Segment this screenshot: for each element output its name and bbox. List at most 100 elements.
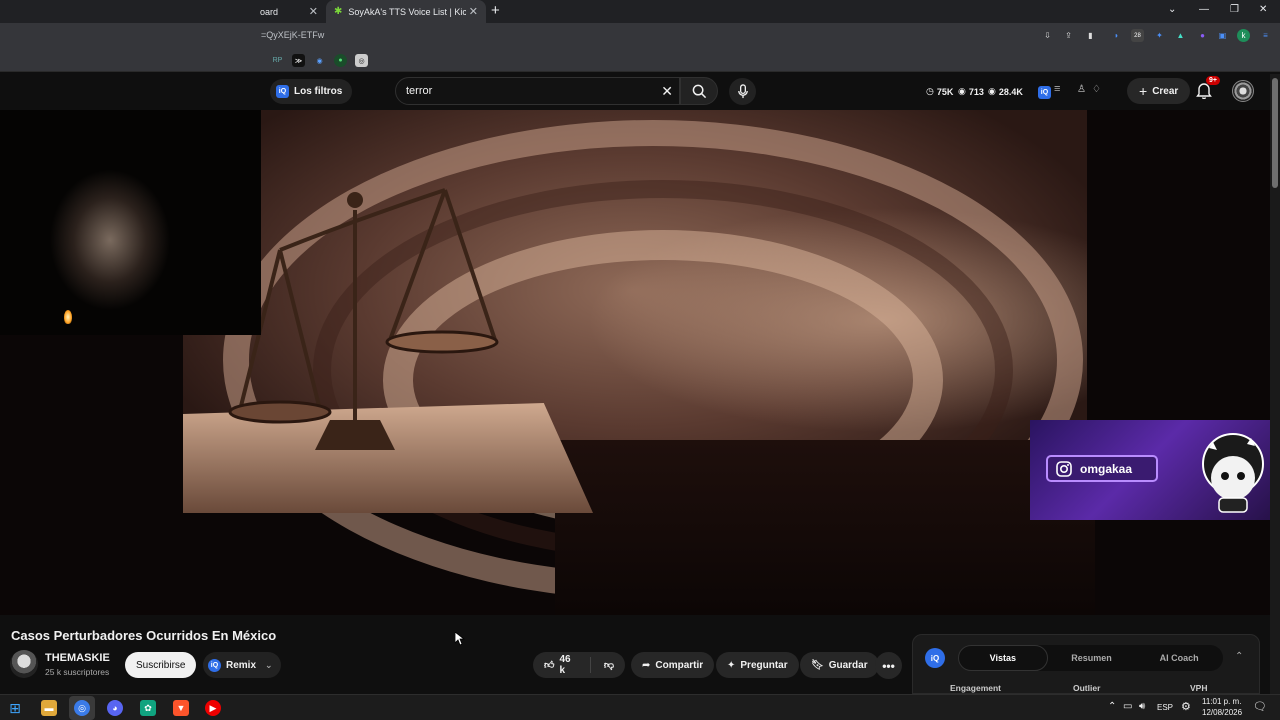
- more-icon: •••: [882, 658, 895, 673]
- scrollbar-thumb[interactable]: [1272, 78, 1278, 188]
- browser-tab[interactable]: oard ✕: [252, 0, 326, 23]
- close-icon[interactable]: ✕: [469, 5, 478, 18]
- filters-label: Los filtros: [294, 86, 343, 97]
- save-label: Guardar: [828, 659, 868, 671]
- save-button[interactable]: 🔖︎ Guardar: [800, 652, 879, 678]
- bookmark-openai-icon[interactable]: ◎: [355, 54, 368, 67]
- clock-date[interactable]: 12/08/2026: [1202, 708, 1242, 717]
- more-actions-button[interactable]: •••: [875, 652, 902, 679]
- bookmarks-bar: RP ≫ ◉ ● ◎: [0, 49, 1280, 72]
- tab-vistas[interactable]: Vistas: [958, 645, 1048, 671]
- bookmark-circle-icon[interactable]: ●: [334, 54, 347, 67]
- webcam-overlay: [0, 110, 261, 335]
- youtube-icon[interactable]: ▶: [205, 700, 221, 716]
- create-label: Crear: [1152, 85, 1179, 97]
- tray-chevron-icon[interactable]: ⌃: [1108, 701, 1116, 712]
- bookmark-icon[interactable]: ▮: [1084, 29, 1097, 42]
- brave-icon[interactable]: ▼: [173, 700, 189, 716]
- stat-total-views-value: 28.4K: [998, 86, 1023, 97]
- menu-icon[interactable]: ≡: [1259, 29, 1272, 42]
- flask-icon[interactable]: ▲: [1174, 29, 1187, 42]
- volume-icon[interactable]: 🔊︎: [1139, 701, 1145, 712]
- chrome-icon[interactable]: ◎: [74, 700, 90, 716]
- thumbs-up-icon: 👍︎: [544, 660, 555, 671]
- bell-small-icon[interactable]: ♢: [1092, 84, 1101, 95]
- list-icon[interactable]: ≡: [1054, 83, 1060, 95]
- ask-label: Preguntar: [740, 659, 788, 671]
- settings-gear-icon[interactable]: ⚙: [1181, 700, 1191, 713]
- tab-favicon-icon: ✱: [334, 6, 343, 17]
- chevron-down-icon[interactable]: ⌄: [1168, 4, 1176, 15]
- like-button[interactable]: 👍︎ 46 k: [544, 654, 577, 676]
- window-close-icon[interactable]: ✕: [1259, 4, 1267, 15]
- audio-extension-icon[interactable]: ◗: [1110, 29, 1123, 42]
- install-icon[interactable]: ⇩: [1041, 29, 1054, 42]
- share-button[interactable]: ➦ Compartir: [631, 652, 715, 678]
- share-arrow-icon: ➦: [642, 659, 651, 671]
- badge-extension-icon[interactable]: 28: [1131, 29, 1144, 42]
- channel-avatar[interactable]: [10, 650, 38, 678]
- page-scrollbar[interactable]: [1270, 74, 1280, 694]
- stat-views-value: 713: [968, 86, 984, 97]
- eye-icon: ◉: [988, 86, 996, 96]
- filters-button[interactable]: iQ Los filtros: [270, 79, 353, 104]
- collapse-icon[interactable]: ⌃: [1235, 651, 1243, 662]
- remix-button[interactable]: iQ Remix ⌄: [203, 652, 281, 678]
- award-icon[interactable]: ♙: [1077, 84, 1086, 95]
- notifications-button[interactable]: 9+: [1196, 76, 1220, 104]
- search-box: ✕: [395, 77, 680, 105]
- like-count: 46 k: [559, 654, 571, 676]
- vidiq-icon[interactable]: iQ: [925, 648, 945, 668]
- bookmark-rp-icon[interactable]: RP: [271, 54, 284, 67]
- browser-tab-active[interactable]: ✱ SoyAkA's TTS Voice List | KickBo ✕: [326, 0, 486, 23]
- vidiq-icon: iQ: [208, 658, 221, 672]
- extension-icon[interactable]: ●: [1196, 29, 1209, 42]
- chatgpt-icon[interactable]: ✿: [140, 700, 156, 716]
- share-label: Compartir: [655, 659, 704, 671]
- minimize-icon[interactable]: —: [1199, 4, 1209, 15]
- profile-icon[interactable]: k: [1237, 29, 1250, 42]
- create-button[interactable]: + Crear: [1127, 78, 1191, 104]
- clock-time[interactable]: 11:01 p. m.: [1202, 697, 1241, 706]
- account-avatar[interactable]: [1232, 80, 1254, 102]
- url-text[interactable]: =QyXEjK-ETFw: [261, 30, 324, 40]
- extension-badge: 28: [1134, 32, 1141, 39]
- discord-icon[interactable]: ◕: [107, 700, 123, 716]
- language-indicator[interactable]: ESP: [1157, 703, 1173, 712]
- restore-icon[interactable]: ❐: [1230, 4, 1239, 15]
- sidepanel-icon[interactable]: ▣: [1216, 29, 1229, 42]
- browser-tab-bar: oard ✕ ✱ SoyAkA's TTS Voice List | KickB…: [0, 0, 1280, 23]
- tab-resumen[interactable]: Resumen: [1048, 645, 1136, 671]
- clear-search-icon[interactable]: ✕: [661, 83, 673, 100]
- bookmark-terminal-icon[interactable]: ≫: [292, 54, 305, 67]
- divider: [589, 657, 591, 673]
- bookmark-globe-icon[interactable]: ◉: [313, 54, 326, 67]
- windows-start-icon[interactable]: ⊞: [7, 700, 23, 716]
- video-title: Casos Perturbadores Ocurridos En México: [11, 628, 277, 643]
- file-explorer-icon[interactable]: ▬: [41, 700, 57, 716]
- stat-subscribers-value: 75K: [936, 86, 954, 97]
- bookmark-save-icon: 🔖︎: [811, 659, 824, 671]
- puzzle-icon[interactable]: ✦: [1153, 29, 1166, 42]
- video-player[interactable]: omgakaa: [0, 110, 1270, 615]
- microphone-icon: [737, 84, 748, 99]
- vidiq-icon: iQ: [276, 85, 289, 98]
- instagram-icon: [1056, 460, 1072, 477]
- channel-subscriber-count: 25 k suscriptores: [45, 667, 110, 677]
- vidiq-icon[interactable]: iQ: [1038, 86, 1051, 99]
- notification-center-icon[interactable]: 🗨︎: [1253, 700, 1267, 713]
- subscribe-button[interactable]: Suscribirse: [125, 652, 197, 678]
- tab-ai-coach[interactable]: AI Coach: [1135, 645, 1223, 671]
- search-button[interactable]: [680, 77, 718, 105]
- channel-name[interactable]: THEMASKIE: [45, 652, 110, 664]
- dislike-button-icon[interactable]: 👎︎: [604, 659, 614, 671]
- close-icon[interactable]: ✕: [309, 5, 318, 18]
- instagram-handle-pill: omgakaa: [1046, 455, 1158, 482]
- new-tab-icon[interactable]: +: [491, 2, 500, 19]
- share-icon[interactable]: ⇪: [1062, 29, 1075, 42]
- network-icon[interactable]: ▭: [1123, 701, 1132, 712]
- ask-button[interactable]: ✦ Preguntar: [716, 652, 799, 678]
- column-engagement: Engagement: [950, 683, 1002, 693]
- voice-search-button[interactable]: [729, 78, 756, 105]
- search-input[interactable]: [406, 85, 646, 97]
